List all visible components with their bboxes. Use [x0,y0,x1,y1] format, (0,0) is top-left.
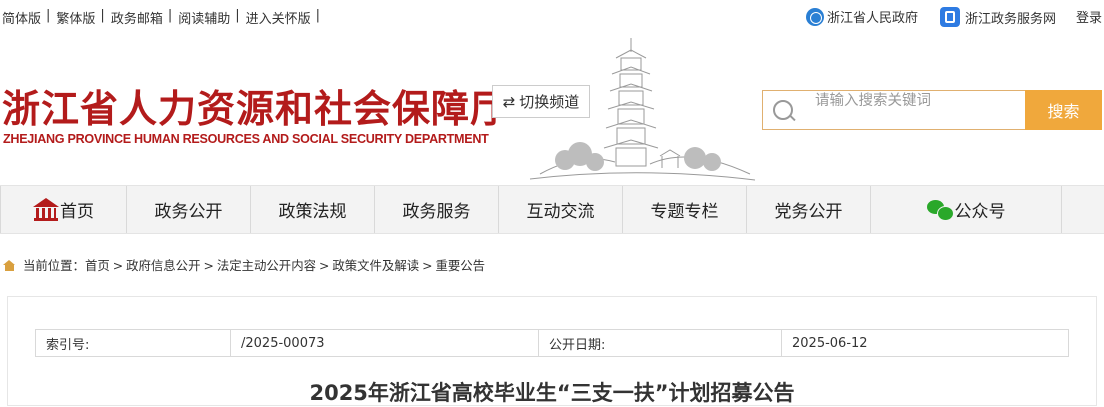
link-reading-aid[interactable]: 阅读辅助 [178,8,230,27]
nav-gov-services[interactable]: 政务服务 [375,186,499,233]
link-gov-mail[interactable]: 政务邮箱 [111,8,163,27]
nav-official-account[interactable]: 公众号 [871,186,1062,233]
breadcrumb-item[interactable]: 政策文件及解读 [332,256,419,274]
nav-home[interactable]: 首页 [0,186,127,233]
wechat-icon [926,199,954,221]
link-traditional[interactable]: 繁体版 [56,8,95,27]
table-row: 索引号: /2025-00073 公开日期: 2025-06-12 [35,329,1069,357]
breadcrumb-separator: > [203,257,214,273]
link-care-version[interactable]: 进入关怀版 [246,8,311,27]
site-title[interactable]: 浙江省人力资源和社会保障厅 [2,78,509,133]
breadcrumb: 当前位置： 首页 > 政府信息公开 > 法定主动公开内容 > 政策文件及解读 > 重要公… [3,256,485,274]
site-subtitle: ZHEJIANG PROVINCE HUMAN RESOURCES AND SO… [3,132,489,146]
nav-special-topics[interactable]: 专题专栏 [623,186,747,233]
site-header: 浙江省人力资源和社会保障厅 ZHEJIANG PROVINCE HUMAN RE… [0,34,1104,185]
search-icon [773,100,793,120]
main-nav: 首页 政务公开 政策法规 政务服务 互动交流 专题专栏 党务公开 公众号 [0,185,1104,234]
top-links: 简体版 | 繁体版 | 政务邮箱 | 阅读辅助 | 进入关怀版 | [2,8,326,27]
separator: | [167,8,173,23]
breadcrumb-separator: > [422,257,433,273]
service-app-icon [940,7,960,27]
nav-party-affairs[interactable]: 党务公开 [747,186,871,233]
home-icon [33,197,59,222]
index-label: 索引号: [35,329,231,357]
gov-link-label: 浙江省人民政府 [827,11,919,26]
article-title: 2025年浙江省高校毕业生“三支一扶”计划招募公告 [309,381,795,405]
nav-home-label: 首页 [60,202,94,222]
separator: | [100,8,105,23]
breadcrumb-item[interactable]: 重要公告 [436,256,486,274]
breadcrumb-item[interactable]: 政府信息公开 [126,256,200,274]
shuffle-icon: ⇄ [502,92,516,111]
search-input[interactable]: 请输入搜索关键词 [815,89,931,110]
breadcrumb-separator: > [112,257,124,273]
separator: | [315,8,321,23]
service-link[interactable]: 浙江政务服务网 [940,7,1056,27]
breadcrumb-item[interactable]: 法定主动公开内容 [217,256,316,274]
nav-policies[interactable]: 政策法规 [251,186,375,233]
nav-official-account-label: 公众号 [954,202,1006,222]
search-box[interactable]: 请输入搜索关键词 [762,90,1026,130]
nav-interaction[interactable]: 互动交流 [499,186,623,233]
top-bar: 简体版 | 繁体版 | 政务邮箱 | 阅读辅助 | 进入关怀版 | 浙江省人民政府 浙江政… [0,0,1104,34]
nav-gov-affairs[interactable]: 政务公开 [127,186,251,233]
link-simplified[interactable]: 简体版 [2,8,41,27]
breadcrumb-label: 当前位置： [23,258,85,273]
pagoda-illustration [529,38,756,181]
gov-emblem-icon [806,7,824,26]
date-value: 2025-06-12 [781,329,1069,357]
separator: | [235,8,240,23]
gov-link[interactable]: 浙江省人民政府 [806,7,918,26]
meta-table: 索引号: /2025-00073 公开日期: 2025-06-12 [35,329,1069,357]
search-button[interactable]: 搜索 [1025,90,1102,130]
service-link-label: 浙江政务服务网 [965,11,1057,27]
date-label: 公开日期: [538,329,782,357]
index-value: /2025-00073 [230,329,539,357]
login-link[interactable]: 登录 [1076,7,1102,26]
breadcrumb-separator: > [318,257,330,273]
location-home-icon [3,259,16,271]
separator: | [46,8,51,23]
breadcrumb-item[interactable]: 首页 [85,256,110,274]
